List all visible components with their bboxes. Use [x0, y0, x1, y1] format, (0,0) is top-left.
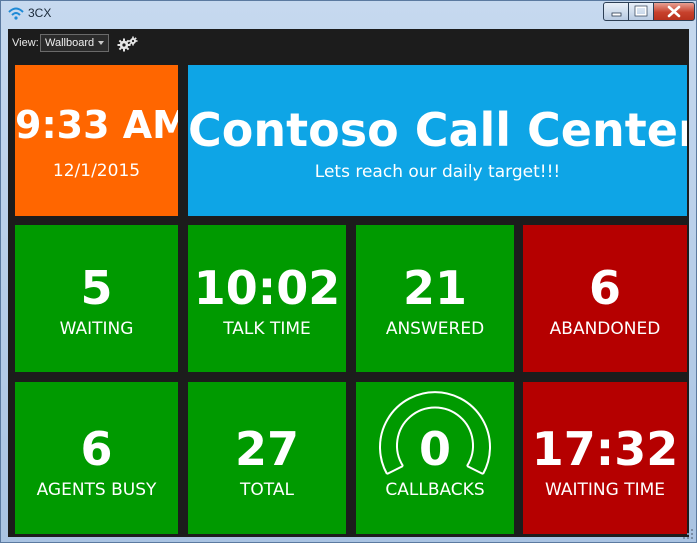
waiting-tile: 5 WAITING: [15, 225, 178, 372]
callbacks-value: 0: [418, 422, 451, 476]
close-icon: [667, 5, 681, 18]
window-title: 3CX: [28, 6, 52, 20]
minimize-button[interactable]: [603, 2, 629, 21]
answered-label: ANSWERED: [385, 319, 485, 339]
total-tile: 27 TOTAL: [188, 382, 346, 534]
view-dropdown-value: Wallboard: [45, 37, 95, 49]
waiting-time-label: WAITING TIME: [544, 480, 666, 500]
agents-busy-label: AGENTS BUSY: [36, 480, 157, 500]
agents-busy-tile: 6 AGENTS BUSY: [15, 382, 178, 534]
agents-busy-value: 6: [80, 422, 113, 476]
banner-tile: Contoso Call Center Lets reach our daily…: [188, 65, 687, 216]
chevron-down-icon: [98, 41, 104, 45]
maximize-button[interactable]: [628, 2, 654, 21]
total-label: TOTAL: [240, 480, 294, 500]
waiting-time-tile: 17:32 WAITING TIME: [523, 382, 687, 534]
banner-title: Contoso Call Center: [188, 103, 687, 157]
answered-tile: 21 ANSWERED: [356, 225, 514, 372]
talk-time-value: 10:02: [193, 261, 341, 315]
clock-tile: 9:33 AM 12/1/2015: [15, 65, 178, 216]
banner-subtitle: Lets reach our daily target!!!: [314, 162, 561, 182]
wallboard: 9:33 AM 12/1/2015 Contoso Call Center Le…: [8, 57, 689, 537]
answered-value: 21: [402, 261, 467, 315]
current-time: 9:33 AM: [15, 103, 178, 147]
gears-icon[interactable]: [117, 36, 139, 52]
minimize-icon: [611, 12, 622, 17]
abandoned-label: ABANDONED: [549, 319, 661, 339]
waiting-time-value: 17:32: [531, 422, 679, 476]
talk-time-label: TALK TIME: [223, 319, 311, 339]
title-bar[interactable]: 3CX: [1, 1, 696, 27]
abandoned-tile: 6 ABANDONED: [523, 225, 687, 372]
close-button[interactable]: [653, 2, 695, 21]
total-value: 27: [234, 422, 299, 476]
resize-grip-icon[interactable]: [683, 529, 693, 539]
waiting-label: WAITING: [59, 319, 134, 339]
current-date: 12/1/2015: [52, 161, 141, 181]
app-window: 3CX View: Wallboard 9:33 AM 12/1/2015 Co…: [0, 0, 697, 543]
talk-time-tile: 10:02 TALK TIME: [188, 225, 346, 372]
toolbar: View: Wallboard: [8, 29, 689, 57]
wifi-logo-icon: [8, 7, 24, 20]
maximize-icon: [634, 5, 648, 17]
callbacks-tile: 0 CALLBACKS: [356, 382, 514, 534]
abandoned-value: 6: [588, 261, 621, 315]
callbacks-label: CALLBACKS: [385, 480, 485, 500]
view-dropdown[interactable]: Wallboard: [40, 34, 109, 52]
view-label: View:: [12, 37, 39, 49]
waiting-value: 5: [80, 261, 113, 315]
